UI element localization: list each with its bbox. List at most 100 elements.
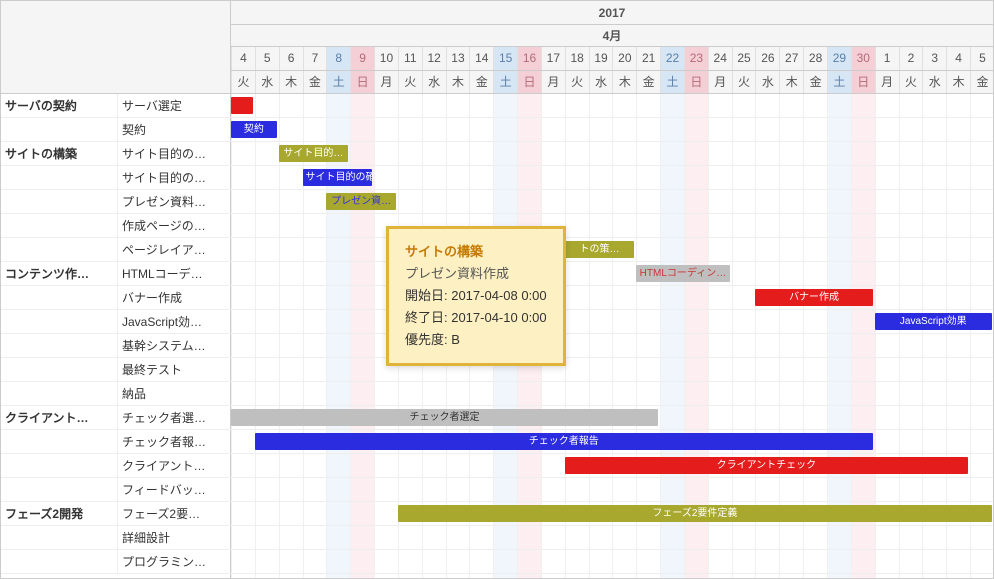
day-number[interactable]: 7 — [303, 47, 327, 70]
day-number[interactable]: 18 — [565, 47, 589, 70]
day-number[interactable]: 26 — [755, 47, 779, 70]
gantt-row: 納品 — [1, 382, 994, 406]
day-number[interactable]: 20 — [612, 47, 636, 70]
day-number[interactable]: 4 — [946, 47, 970, 70]
task-cell[interactable]: プレゼン資料… — [117, 190, 231, 213]
category-cell — [1, 214, 117, 237]
day-number[interactable]: 3 — [922, 47, 946, 70]
task-cell[interactable]: JavaScript効… — [117, 310, 231, 333]
gantt-row: クライアント…チェック者選… — [1, 406, 994, 430]
tooltip-end: 終了日: 2017-04-10 0:00 — [405, 307, 547, 329]
day-number[interactable]: 30 — [851, 47, 875, 70]
task-cell[interactable]: サイト目的の… — [117, 142, 231, 165]
category-cell — [1, 478, 117, 501]
day-of-week: 日 — [684, 71, 708, 93]
category-cell: サーバの契約 — [1, 94, 117, 117]
day-of-week: 日 — [851, 71, 875, 93]
task-cell[interactable]: 契約 — [117, 118, 231, 141]
day-of-week: 木 — [446, 71, 470, 93]
day-number[interactable]: 11 — [398, 47, 422, 70]
day-of-week: 土 — [493, 71, 517, 93]
day-number[interactable]: 2 — [899, 47, 923, 70]
category-cell: フェーズ2開発 — [1, 502, 117, 525]
day-of-week: 火 — [899, 71, 923, 93]
gantt-row: 詳細設計 — [1, 526, 994, 550]
day-number[interactable]: 14 — [469, 47, 493, 70]
category-cell — [1, 382, 117, 405]
task-cell[interactable]: 基幹システム… — [117, 334, 231, 357]
tooltip-task: プレゼン資料作成 — [405, 263, 547, 285]
task-cell[interactable]: バナー作成 — [117, 286, 231, 309]
task-cell[interactable]: 作成ページの… — [117, 214, 231, 237]
category-cell: サイトの構築 — [1, 142, 117, 165]
task-cell[interactable]: プログラミン… — [117, 550, 231, 573]
day-of-week: 金 — [636, 71, 660, 93]
day-number[interactable]: 8 — [326, 47, 350, 70]
task-cell[interactable]: チェック者報… — [117, 430, 231, 453]
category-cell: クライアント… — [1, 406, 117, 429]
task-cell[interactable]: 納品 — [117, 382, 231, 405]
category-cell: コンテンツ作… — [1, 262, 117, 285]
day-number[interactable]: 12 — [422, 47, 446, 70]
task-cell[interactable]: クライアント… — [117, 454, 231, 477]
day-number[interactable]: 28 — [803, 47, 827, 70]
category-cell — [1, 118, 117, 141]
gantt-row: サーバの契約サーバ選定 — [1, 94, 994, 118]
gantt-row: フィードバッ… — [1, 478, 994, 502]
task-cell[interactable]: ページレイア… — [117, 238, 231, 261]
task-cell[interactable]: チェック者選… — [117, 406, 231, 429]
day-number[interactable]: 9 — [350, 47, 374, 70]
task-cell[interactable]: フィードバッ… — [117, 478, 231, 501]
day-number[interactable]: 17 — [541, 47, 565, 70]
day-of-week: 日 — [350, 71, 374, 93]
day-of-week: 日 — [517, 71, 541, 93]
task-cell[interactable]: 最終テスト — [117, 358, 231, 381]
day-of-week: 水 — [255, 71, 279, 93]
day-of-week: 月 — [374, 71, 398, 93]
day-of-week: 水 — [422, 71, 446, 93]
day-of-week: 月 — [541, 71, 565, 93]
gantt-row: チェック者報… — [1, 430, 994, 454]
day-of-week: 木 — [279, 71, 303, 93]
day-of-week: 火 — [732, 71, 756, 93]
category-cell — [1, 430, 117, 453]
day-number[interactable]: 5 — [970, 47, 993, 70]
day-of-week: 木 — [779, 71, 803, 93]
day-number[interactable]: 25 — [732, 47, 756, 70]
task-cell[interactable]: サイト目的の… — [117, 166, 231, 189]
day-number[interactable]: 16 — [517, 47, 541, 70]
day-of-week: 火 — [565, 71, 589, 93]
task-cell[interactable]: HTMLコーデ… — [117, 262, 231, 285]
day-of-week: 月 — [875, 71, 899, 93]
day-number[interactable]: 23 — [684, 47, 708, 70]
task-cell[interactable]: フェーズ2要… — [117, 502, 231, 525]
day-number[interactable]: 6 — [279, 47, 303, 70]
day-of-week: 金 — [803, 71, 827, 93]
category-cell — [1, 358, 117, 381]
day-of-week: 土 — [660, 71, 684, 93]
day-number[interactable]: 19 — [589, 47, 613, 70]
header-month: 4月 — [231, 25, 993, 47]
task-tooltip: サイトの構築 プレゼン資料作成 開始日: 2017-04-08 0:00 終了日… — [386, 226, 566, 366]
day-number[interactable]: 13 — [446, 47, 470, 70]
day-number[interactable]: 29 — [827, 47, 851, 70]
gantt-row: クライアント… — [1, 454, 994, 478]
category-cell — [1, 166, 117, 189]
day-number[interactable]: 27 — [779, 47, 803, 70]
day-number[interactable]: 4 — [231, 47, 255, 70]
category-cell — [1, 334, 117, 357]
day-number[interactable]: 21 — [636, 47, 660, 70]
task-cell[interactable]: サーバ選定 — [117, 94, 231, 117]
day-number[interactable]: 15 — [493, 47, 517, 70]
day-number[interactable]: 1 — [875, 47, 899, 70]
day-number[interactable]: 24 — [708, 47, 732, 70]
day-number[interactable]: 10 — [374, 47, 398, 70]
day-of-week: 土 — [326, 71, 350, 93]
task-cell[interactable]: 詳細設計 — [117, 526, 231, 549]
gantt-row: サイト目的の… — [1, 166, 994, 190]
day-number[interactable]: 5 — [255, 47, 279, 70]
left-header-blank — [1, 1, 231, 94]
header-dows: 火水木金土日月火水木金土日月火水木金土日月火水木金土日月火水木金 — [231, 71, 993, 94]
day-number[interactable]: 22 — [660, 47, 684, 70]
category-cell — [1, 238, 117, 261]
